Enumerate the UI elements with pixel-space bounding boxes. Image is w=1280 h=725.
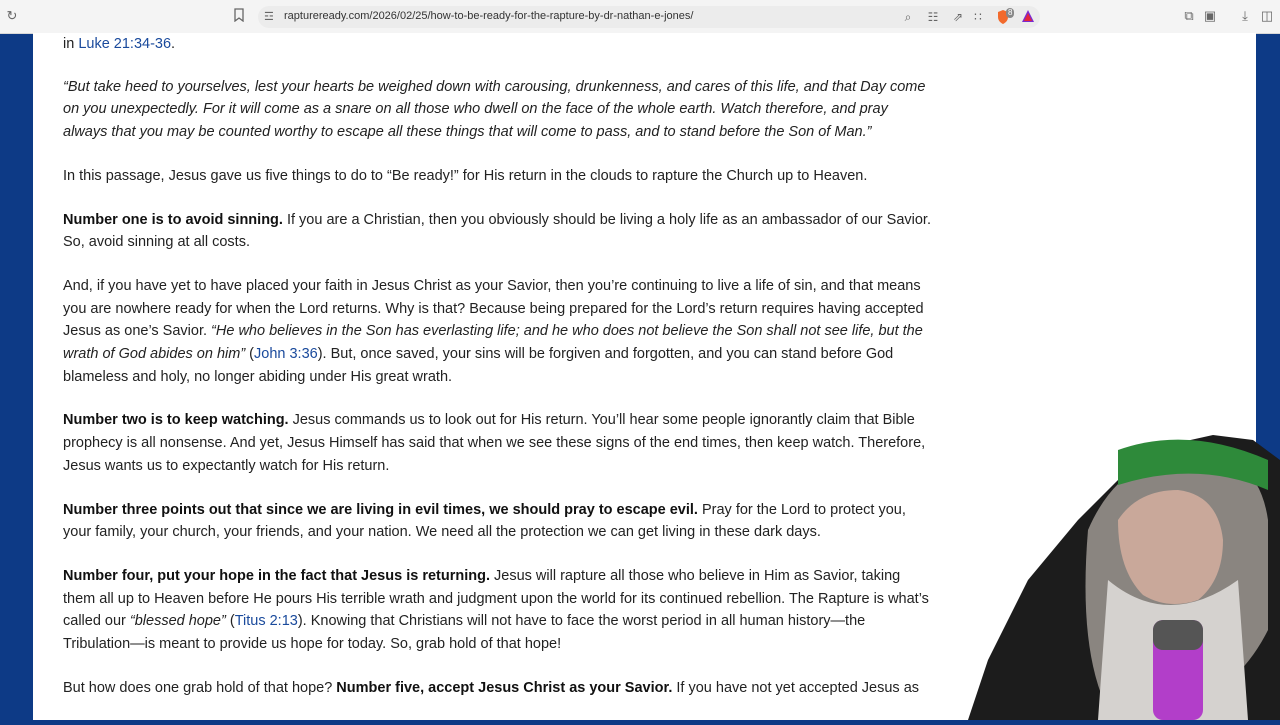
article-body: in Luke 21:34-36. “But take heed to your… (63, 33, 933, 720)
browser-toolbar: ↻ ☲ raptureready.com/2026/02/25/how-to-b… (0, 0, 1280, 34)
bookmark-icon[interactable] (231, 8, 247, 24)
titus-link[interactable]: Titus 2:13 (235, 613, 298, 629)
intro-line: in Luke 21:34-36. (63, 33, 933, 56)
point-four-heading: Number four, put your hope in the fact t… (63, 567, 490, 584)
intro-prefix: in (63, 36, 79, 52)
site-info-icon[interactable]: ☲ (264, 10, 274, 23)
share-icon[interactable]: ⇗ (950, 9, 966, 25)
point-three-heading: Number three points out that since we ar… (63, 501, 698, 518)
point-five-text-2: If you have not yet accepted Jesus as (672, 679, 920, 696)
faith-paragraph: And, if you have yet to have placed your… (63, 275, 933, 389)
point-four-paragraph: Number four, put your hope in the fact t… (63, 565, 933, 656)
passage-paragraph: In this passage, Jesus gave us five thin… (63, 167, 868, 184)
point-one-paragraph: Number one is to avoid sinning. If you a… (63, 209, 933, 254)
point-three-paragraph: Number three points out that since we ar… (63, 499, 933, 544)
zoom-icon[interactable]: ⌕ (900, 9, 916, 25)
webcam-overlay (968, 430, 1280, 720)
point-two-paragraph: Number two is to keep watching. Jesus co… (63, 409, 933, 477)
wallet-icon[interactable]: ▣ (1202, 8, 1218, 24)
reload-icon[interactable]: ↻ (4, 8, 20, 24)
brave-rewards-icon[interactable] (1020, 9, 1036, 25)
point-one-heading: Number one is to avoid sinning. (63, 211, 283, 228)
shield-badge: 8 (1006, 8, 1015, 18)
point-two-heading: Number two is to keep watching. (63, 412, 289, 429)
download-icon[interactable]: ⤓ (1237, 8, 1253, 24)
point-four-open: ( (225, 613, 235, 630)
luke-link[interactable]: Luke 21:34-36 (78, 36, 171, 52)
point-five-heading: Number five, accept Jesus Christ as your… (336, 679, 673, 696)
address-bar[interactable]: ☲ raptureready.com/2026/02/25/how-to-be-… (258, 6, 1040, 28)
rss-icon[interactable]: ∷ (970, 9, 986, 25)
extensions-icon[interactable]: ⧉ (1181, 8, 1197, 24)
reader-icon[interactable]: ☷ (925, 9, 941, 25)
scripture-quote: “But take heed to yourselves, lest your … (63, 78, 926, 141)
point-five-text-1: But how does one grab hold of that hope? (63, 679, 337, 696)
blessed-hope-quote: “blessed hope” (129, 613, 226, 630)
sidebar-icon[interactable]: ◫ (1259, 8, 1275, 24)
john-link[interactable]: John 3:36 (254, 346, 318, 362)
point-five-paragraph: But how does one grab hold of that hope?… (63, 677, 933, 700)
intro-suffix: . (171, 36, 176, 52)
url-text[interactable]: raptureready.com/2026/02/25/how-to-be-re… (284, 10, 693, 22)
faith-open: ( (245, 346, 255, 363)
